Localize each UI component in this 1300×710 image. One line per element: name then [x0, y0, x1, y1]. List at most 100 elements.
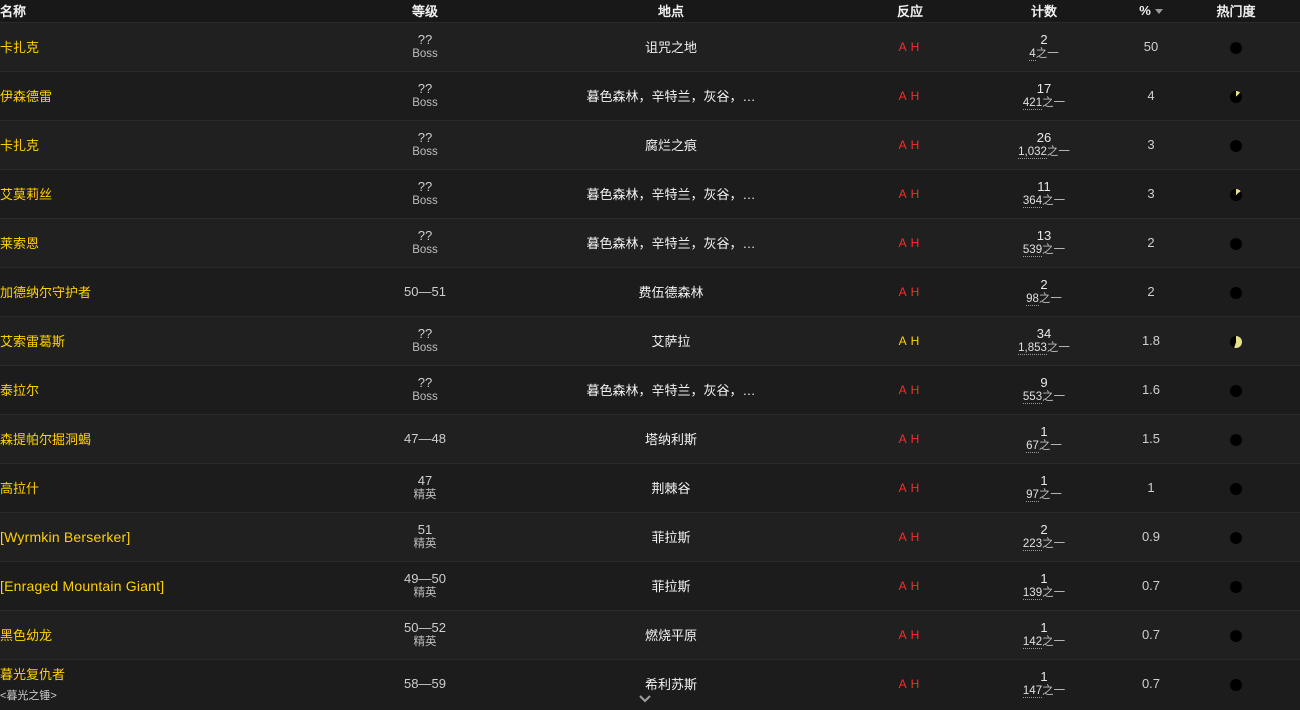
table-row[interactable]: 黑色幼龙 50—52 精英 燃烧平原 A H 1 142之一 0.7 [0, 610, 1300, 659]
count-value: 13 [1036, 227, 1052, 243]
table-row[interactable]: 艾莫莉丝?? Boss 暮色森林，辛特兰，灰谷，… A H 11 364之一 3 [0, 169, 1300, 218]
location-link[interactable]: 费伍德森林 [638, 285, 703, 300]
npc-name-link[interactable]: 高拉什 [0, 481, 39, 496]
level-cell: 47—48 [370, 414, 480, 463]
table-row[interactable]: 莱索恩?? Boss 暮色森林，辛特兰，灰谷，… A H 13 539之一 2 [0, 218, 1300, 267]
classification-label: 精英 [413, 636, 437, 648]
npc-name-link[interactable]: 加德纳尔守护者 [0, 285, 91, 300]
header-count[interactable]: 计数 [958, 0, 1130, 22]
location-link[interactable]: 荆棘谷 [651, 481, 690, 496]
npc-name-link[interactable]: 暮光复仇者 [0, 667, 65, 682]
table-row[interactable]: 艾索雷葛斯?? Boss 艾萨拉 A H 34 1,853之一 1.8 [0, 316, 1300, 365]
header-popularity[interactable]: 热门度 [1172, 0, 1300, 22]
percent-cell: 0.7 [1141, 676, 1161, 692]
react-horde: H [910, 627, 922, 642]
react-horde: H [910, 39, 922, 54]
npc-name-link[interactable]: 泰拉尔 [0, 383, 39, 398]
npc-name-link[interactable]: [Enraged Mountain Giant] [0, 578, 164, 594]
react-cell: AH [862, 169, 958, 218]
level-cell: 50—51 [370, 267, 480, 316]
location-link[interactable]: 希利苏斯 [645, 677, 697, 692]
npc-name-link[interactable]: 伊森德雷 [0, 89, 52, 104]
pie-icon [1230, 237, 1242, 250]
table-row[interactable]: 卡扎克?? Boss 诅咒之地 A H 2 4之一 50 [0, 22, 1300, 71]
npc-name-link[interactable]: 艾莫莉丝 [0, 187, 52, 202]
table-row[interactable]: [Wyrmkin Berserker] 51 精英 菲拉斯 A H 2 223之一 0.9 [0, 512, 1300, 561]
react-cell: AH [862, 463, 958, 512]
header-level[interactable]: 等级 [370, 0, 480, 22]
of-label: 之一 [1042, 243, 1066, 256]
location-link[interactable]: 菲拉斯 [651, 530, 690, 545]
count-total: 1,032之一 [958, 145, 1130, 160]
count-total: 553之一 [958, 390, 1130, 405]
level-cell: ?? Boss [370, 120, 480, 169]
npc-name-link[interactable]: 卡扎克 [0, 40, 39, 55]
npc-name-link[interactable]: 森提帕尔掘洞蝎 [0, 432, 91, 447]
name-cell: 暮光复仇者 <暮光之锤> [0, 659, 370, 708]
popularity-cell [1172, 169, 1300, 218]
level-cell: 58—59 [370, 659, 480, 708]
popularity-cell [1172, 463, 1300, 512]
react-alliance: A [898, 382, 909, 397]
location-link[interactable]: 菲拉斯 [651, 579, 690, 594]
npc-name-link[interactable]: 卡扎克 [0, 138, 39, 153]
react-horde: H [910, 578, 922, 593]
level-value: ?? [417, 179, 433, 194]
count-cell: 1 67之一 [958, 414, 1130, 463]
npc-name-link[interactable]: 黑色幼龙 [0, 628, 52, 643]
of-label: 之一 [1042, 390, 1066, 403]
react-alliance: A [898, 39, 909, 54]
react-horde: H [910, 676, 922, 691]
of-label: 之一 [1042, 635, 1066, 648]
pie-icon [1230, 335, 1242, 348]
location-link[interactable]: 腐烂之痕 [645, 138, 697, 153]
location-link[interactable]: 燃烧平原 [645, 628, 697, 643]
location-link[interactable]: 暮色森林，辛特兰，灰谷，… [586, 236, 755, 251]
count-value: 1 [1040, 423, 1048, 439]
header-react[interactable]: 反应 [862, 0, 958, 22]
classification-label: Boss [412, 391, 438, 403]
npc-name-link[interactable]: [Wyrmkin Berserker] [0, 529, 130, 545]
location-cell: 荆棘谷 [480, 463, 862, 512]
pie-icon [1230, 580, 1242, 593]
of-label: 之一 [1038, 439, 1062, 452]
table-row[interactable]: 高拉什 47 精英 荆棘谷 A H 1 97之一 1 [0, 463, 1300, 512]
table-row[interactable]: 卡扎克?? Boss 腐烂之痕 A H 26 1,032之一 3 [0, 120, 1300, 169]
react-alliance: A [898, 578, 909, 593]
header-name[interactable]: 名称 [0, 0, 370, 22]
location-link[interactable]: 诅咒之地 [645, 40, 697, 55]
percent-cell: 1.5 [1141, 431, 1161, 446]
of-label: 之一 [1042, 537, 1066, 550]
location-link[interactable]: 塔纳利斯 [645, 432, 697, 447]
table-row[interactable]: 加德纳尔守护者 50—51 费伍德森林 A H 2 98之一 2 [0, 267, 1300, 316]
count-cell: 11 364之一 [958, 169, 1130, 218]
level-value: ?? [417, 326, 433, 341]
count-total: 67之一 [958, 439, 1130, 454]
level-value: 49—50 [404, 571, 446, 586]
table-row[interactable]: 伊森德雷?? Boss 暮色森林，辛特兰，灰谷，… A H 17 421之一 4 [0, 71, 1300, 120]
location-link[interactable]: 艾萨拉 [651, 334, 690, 349]
count-cell: 17 421之一 [958, 71, 1130, 120]
table-row[interactable]: [Enraged Mountain Giant] 49—50 精英 菲拉斯 A H 1 139… [0, 561, 1300, 610]
npc-name-link[interactable]: 莱索恩 [0, 236, 39, 251]
location-link[interactable]: 暮色森林，辛特兰，灰谷，… [586, 383, 755, 398]
npc-drop-table: 名称 等级 地点 反应 计数 % 热门度 卡扎克?? Boss 诅咒之地 A H 2 4之一… [0, 0, 1300, 708]
chevron-down-icon[interactable] [638, 692, 652, 706]
name-cell: 森提帕尔掘洞蝎 [0, 414, 370, 463]
popularity-cell [1172, 610, 1300, 659]
table-row[interactable]: 森提帕尔掘洞蝎 47—48 塔纳利斯 A H 1 67之一 1.5 [0, 414, 1300, 463]
location-link[interactable]: 暮色森林，辛特兰，灰谷，… [586, 89, 755, 104]
table-row[interactable]: 泰拉尔?? Boss 暮色森林，辛特兰，灰谷，… A H 9 553之一 1.6 [0, 365, 1300, 414]
count-total: 364之一 [958, 194, 1130, 209]
npc-name-link[interactable]: 艾索雷葛斯 [0, 334, 65, 349]
header-location[interactable]: 地点 [480, 0, 862, 22]
header-percent[interactable]: % [1130, 0, 1172, 22]
location-link[interactable]: 暮色森林，辛特兰，灰谷，… [586, 187, 755, 202]
react-alliance: A [898, 480, 909, 495]
total-value: 98 [1026, 292, 1039, 306]
name-cell: 伊森德雷 [0, 71, 370, 120]
total-value: 139 [1022, 586, 1043, 600]
count-total: 4之一 [958, 47, 1130, 62]
location-cell: 暮色森林，辛特兰，灰谷，… [480, 218, 862, 267]
level-cell: ?? Boss [370, 22, 480, 71]
